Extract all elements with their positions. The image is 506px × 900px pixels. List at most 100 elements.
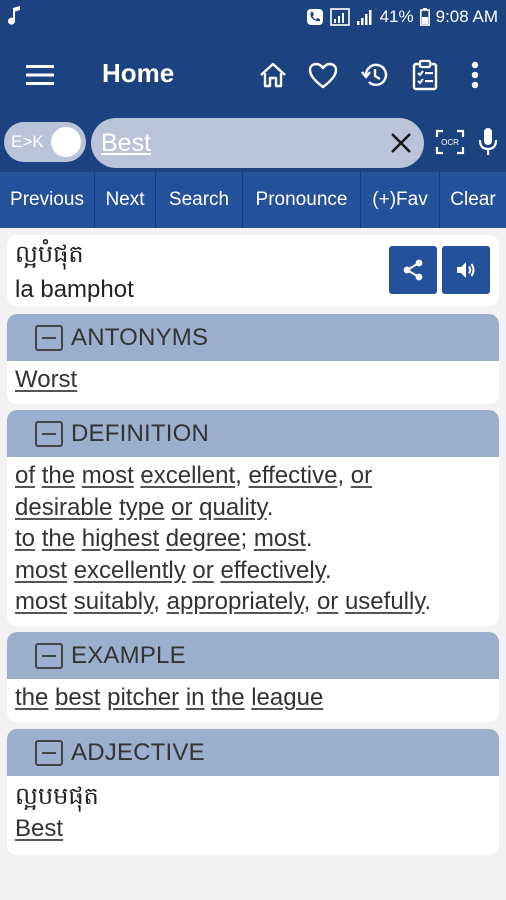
word-link[interactable]: the [42,462,75,489]
text-line: desirable type or quality. [15,492,491,524]
pronounce-button[interactable]: Pronounce [243,172,361,228]
punctuation [179,684,186,711]
collapse-icon[interactable] [35,739,63,766]
word-link[interactable]: the [211,684,244,711]
punctuation [75,525,82,552]
cell-signal-icon [356,8,374,26]
punctuation: ; [240,525,254,552]
add-favorite-button[interactable]: (+)Fav [361,172,440,228]
collapse-icon[interactable] [35,420,63,447]
toggle-knob [51,127,81,157]
word-link[interactable]: effectively [220,557,325,584]
previous-button[interactable]: Previous [0,172,95,228]
section-body: the best pitcher in the league [7,679,499,722]
search-input[interactable] [101,127,371,159]
word-link[interactable]: best [55,684,100,711]
definition-header[interactable]: DEFINITION [7,410,499,457]
clock: 9:08 AM [435,7,498,26]
example-header[interactable]: EXAMPLE [7,632,499,679]
example-section: EXAMPLE the best pitcher in the league [7,632,499,722]
search-bar: E>K OCR [0,114,506,172]
punctuation [75,462,82,489]
word-link[interactable]: usefully [345,588,425,615]
punctuation: . [324,556,332,584]
battery-percent: 41% [379,7,414,26]
word-link[interactable]: league [251,684,323,711]
punctuation: . [424,588,432,615]
search-field [91,118,424,168]
collapse-icon[interactable] [35,324,63,351]
section-title: ADJECTIVE [71,738,205,766]
word-link[interactable]: suitably [74,588,154,615]
close-icon[interactable] [386,128,416,158]
ocr-scan-icon[interactable]: OCR [434,126,466,158]
volume-icon [457,262,475,278]
adjective-header[interactable]: ADJECTIVE [7,729,499,776]
battery-icon [419,8,430,26]
word-link[interactable]: quality [199,494,267,521]
section-body: ល្អបមផុត Best [7,776,499,853]
word-link[interactable]: or [171,494,192,521]
antonyms-header[interactable]: ANTONYMS [7,314,499,361]
share-button[interactable] [389,246,437,294]
punctuation: . [305,525,313,552]
text-line: of the most excellent, effective, or [15,460,491,492]
speaker-button[interactable] [442,246,490,294]
word-link[interactable]: effective [249,462,338,489]
word-link[interactable]: excellently [74,557,186,584]
word-link[interactable]: of [15,462,35,489]
heart-icon[interactable] [304,56,342,94]
punctuation: , [337,462,351,489]
word-link[interactable]: most [15,588,67,615]
word-link[interactable]: desirable [15,494,112,521]
music-note-icon [8,6,22,26]
punctuation [35,462,42,489]
word-link[interactable]: or [192,557,213,584]
word-link[interactable]: the [15,684,48,711]
next-button[interactable]: Next [95,172,156,228]
action-button-bar: Previous Next Search Pronounce (+)Fav Cl… [0,172,506,228]
clear-button[interactable]: Clear [440,172,506,228]
punctuation [67,557,74,584]
word-link[interactable]: in [186,684,205,711]
more-vert-icon[interactable] [456,56,494,94]
word-link[interactable]: degree [166,525,241,552]
word-link[interactable]: most [15,557,67,584]
text-line: to the highest degree; most. [15,523,491,555]
word-link[interactable]: most [82,462,134,489]
definition-section: DEFINITION of the most excellent, effect… [7,410,499,626]
punctuation: , [153,588,167,615]
search-button[interactable]: Search [156,172,243,228]
word-link[interactable]: or [351,462,372,489]
word-link[interactable]: or [317,588,338,615]
word-link[interactable]: highest [82,525,159,552]
word-link[interactable]: appropriately [167,588,304,615]
collapse-icon[interactable] [35,642,63,669]
antonyms-section: ANTONYMS Worst [7,314,499,404]
home-icon[interactable] [254,56,292,94]
menu-icon[interactable] [20,58,60,92]
text-line: most excellently or effectively. [15,555,491,587]
punctuation [338,588,345,615]
word-link[interactable]: excellent [140,462,235,489]
section-body: Worst [7,361,499,404]
status-bar: 41% 9:08 AM [0,0,506,36]
word-link[interactable]: Worst [15,366,77,393]
word-link[interactable]: type [119,494,164,521]
clipboard-icon[interactable] [406,56,444,94]
khmer-translation: ល្អបំផុត [15,240,84,268]
microphone-icon[interactable] [474,126,502,158]
language-toggle[interactable]: E>K [4,122,86,162]
punctuation: , [303,588,317,615]
punctuation: . [266,493,274,521]
phone-call-icon [306,8,324,26]
word-link[interactable]: to [15,525,35,552]
word-link[interactable]: Best [15,815,63,842]
word-link[interactable]: the [42,525,75,552]
punctuation [35,525,42,552]
history-icon[interactable] [356,56,394,94]
word-link[interactable]: pitcher [107,684,179,711]
khmer-translation: ល្អបមផុត [15,782,99,810]
word-link[interactable]: most [254,525,306,552]
text-line: the best pitcher in the league [15,682,491,714]
